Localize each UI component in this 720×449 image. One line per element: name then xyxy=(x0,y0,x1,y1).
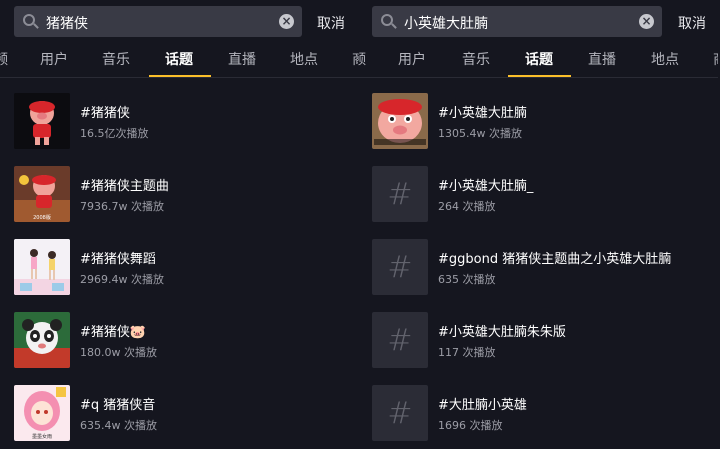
topic-title: #小英雄大肚腩_ xyxy=(438,179,534,194)
clear-icon[interactable]: × xyxy=(279,14,294,29)
hashtag-icon: # xyxy=(372,312,428,368)
topic-item[interactable]: 墨墨女雨 #q 猪猪侠音 635.4w 次播放 xyxy=(14,385,360,441)
search-field[interactable]: 小英雄大肚腩 × xyxy=(372,6,662,37)
cancel-button[interactable]: 取消 xyxy=(317,13,345,33)
tab-music[interactable]: 音乐 xyxy=(462,49,490,69)
topic-item[interactable]: #猪猪侠 16.5亿次播放 xyxy=(14,93,360,149)
tab-music[interactable]: 音乐 xyxy=(102,49,130,69)
tab-places[interactable]: 地点 xyxy=(290,49,318,69)
tab-video[interactable]: 频 xyxy=(358,49,366,69)
search-icon xyxy=(381,14,393,26)
thumbnail-caption: 2008版 xyxy=(33,215,51,221)
topic-title: #ggbond 猪猪侠主题曲之小英雄大肚腩 xyxy=(438,252,672,267)
topic-item[interactable]: 2008版 #猪猪侠主题曲 7936.7w 次播放 xyxy=(14,166,360,222)
search-bar: 小英雄大肚腩 × 取消 xyxy=(358,6,718,37)
play-count: 264 次播放 xyxy=(438,200,496,213)
topic-title: #小英雄大肚腩 xyxy=(438,106,527,121)
search-field[interactable]: 猪猪侠 × xyxy=(14,6,302,37)
topic-title: #猪猪侠舞蹈 xyxy=(80,252,156,267)
right-panel: 小英雄大肚腩 × 取消 频 用户 音乐 话题 直播 地点 商 xyxy=(358,0,718,449)
panda-image xyxy=(14,312,70,368)
topic-thumbnail: 墨墨女雨 xyxy=(14,385,70,441)
play-count: 7936.7w 次播放 xyxy=(80,200,164,213)
tab-shop[interactable]: 商 xyxy=(713,49,718,69)
tab-topics[interactable]: 话题 xyxy=(525,49,553,69)
hashtag-icon: # xyxy=(372,166,428,222)
search-bar: 猪猪侠 × 取消 xyxy=(0,6,360,37)
dance-image xyxy=(14,239,70,295)
tab-users[interactable]: 用户 xyxy=(40,49,68,69)
topic-thumbnail xyxy=(14,93,70,149)
tab-bar: 频 用户 音乐 话题 直播 地点 商 xyxy=(358,49,718,77)
hashtag-icon: # xyxy=(372,239,428,295)
topic-thumbnail xyxy=(14,239,70,295)
topic-item[interactable]: # #ggbond 猪猪侠主题曲之小英雄大肚腩 635 次播放 xyxy=(372,239,718,295)
pig-hero-image xyxy=(14,93,70,149)
tab-topics[interactable]: 话题 xyxy=(165,49,193,69)
play-count: 635.4w 次播放 xyxy=(80,419,157,432)
topic-title: #小英雄大肚腩朱朱版 xyxy=(438,325,566,340)
clear-icon[interactable]: × xyxy=(639,14,654,29)
topic-thumbnail xyxy=(372,93,428,149)
topic-title: #猪猪侠 xyxy=(80,106,130,121)
topic-title: #q 猪猪侠音 xyxy=(80,398,156,413)
left-panel: 猪猪侠 × 取消 频 用户 音乐 话题 直播 地点 商 #猪猪侠 16.5亿次播… xyxy=(0,0,360,449)
play-count: 16.5亿次播放 xyxy=(80,127,149,140)
tab-live[interactable]: 直播 xyxy=(228,49,256,69)
tab-bar: 频 用户 音乐 话题 直播 地点 商 xyxy=(0,49,360,77)
play-count: 1696 次播放 xyxy=(438,419,503,432)
topic-item[interactable]: # #小英雄大肚腩_ 264 次播放 xyxy=(372,166,718,222)
topic-title: #猪猪侠主题曲 xyxy=(80,179,169,194)
topic-item[interactable]: # #小英雄大肚腩朱朱版 117 次播放 xyxy=(372,312,718,368)
play-count: 2969.4w 次播放 xyxy=(80,273,164,286)
search-icon xyxy=(23,14,35,26)
topic-item[interactable]: #小英雄大肚腩 1305.4w 次播放 xyxy=(372,93,718,149)
play-count: 117 次播放 xyxy=(438,346,496,359)
topic-title: #大肚腩小英雄 xyxy=(438,398,527,413)
topic-item[interactable]: # #大肚腩小英雄 1696 次播放 xyxy=(372,385,718,441)
play-count: 635 次播放 xyxy=(438,273,496,286)
pig-face-image xyxy=(372,93,428,149)
search-input[interactable]: 小英雄大肚腩 xyxy=(404,13,488,33)
search-input[interactable]: 猪猪侠 xyxy=(46,13,88,33)
play-count: 180.0w 次播放 xyxy=(80,346,157,359)
divider xyxy=(358,77,718,78)
divider xyxy=(0,77,360,78)
tab-users[interactable]: 用户 xyxy=(398,49,426,69)
tab-video[interactable]: 频 xyxy=(0,49,8,69)
topic-item[interactable]: #猪猪侠舞蹈 2969.4w 次播放 xyxy=(14,239,360,295)
play-count: 1305.4w 次播放 xyxy=(438,127,522,140)
hashtag-icon: # xyxy=(372,385,428,441)
topic-thumbnail xyxy=(14,312,70,368)
thumbnail-caption: 墨墨女雨 xyxy=(31,434,52,440)
topic-title: #猪猪侠🐷 xyxy=(80,325,147,340)
tab-live[interactable]: 直播 xyxy=(588,49,616,69)
topic-item[interactable]: #猪猪侠🐷 180.0w 次播放 xyxy=(14,312,360,368)
cancel-button[interactable]: 取消 xyxy=(678,13,706,33)
tab-places[interactable]: 地点 xyxy=(651,49,679,69)
topic-thumbnail: 2008版 xyxy=(14,166,70,222)
